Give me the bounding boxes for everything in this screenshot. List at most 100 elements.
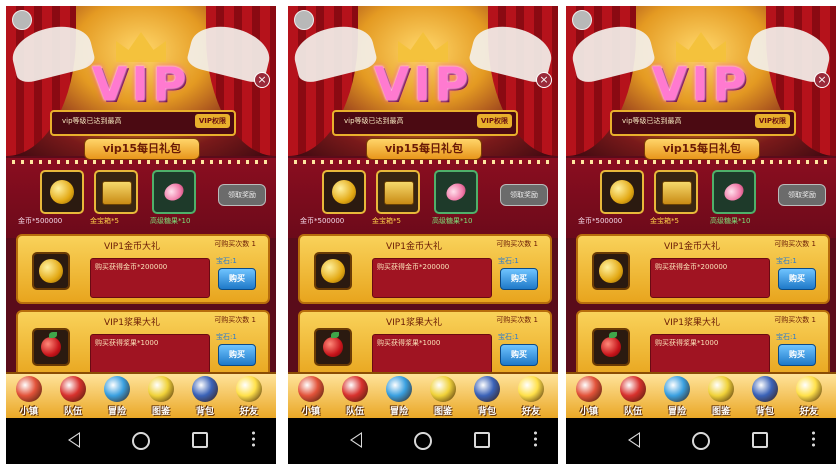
- friends-character-icon: [796, 376, 822, 402]
- more-options-icon[interactable]: [812, 430, 815, 448]
- gold-coin-icon: [39, 259, 63, 283]
- nav-label: 小镇: [579, 407, 598, 417]
- pack-gem-price: 宝石:1: [776, 333, 797, 341]
- home-icon[interactable]: [414, 432, 432, 450]
- daily-item-label: 金币*500000: [578, 217, 623, 225]
- buy-button[interactable]: 购买: [500, 268, 538, 290]
- nav-label: 小镇: [301, 407, 320, 417]
- nav-item-town[interactable]: 小镇: [290, 376, 332, 418]
- pack-description: 购买获得浆果*1000: [372, 334, 492, 374]
- daily-item-label: 金宝箱*5: [372, 217, 401, 225]
- berry-icon: [323, 337, 343, 357]
- more-options-icon[interactable]: [534, 430, 537, 448]
- vip-logo: VIP: [651, 57, 751, 111]
- home-icon[interactable]: [132, 432, 150, 450]
- buy-button[interactable]: 购买: [218, 344, 256, 366]
- buy-button[interactable]: 购买: [778, 344, 816, 366]
- pack-title: VIP1金币大礼: [386, 242, 442, 252]
- nav-label: 冒险: [107, 407, 126, 417]
- nav-item-pokedex[interactable]: 图鉴: [140, 376, 182, 418]
- gold-coin-icon: [321, 259, 345, 283]
- daily-item-chest: [376, 170, 420, 214]
- pack-title: VIP1浆果大礼: [664, 318, 720, 328]
- vip-status-bar: vip等级已达到最高 VIP权限: [610, 110, 796, 136]
- close-button[interactable]: ×: [536, 72, 552, 88]
- nav-item-pokedex[interactable]: 图鉴: [700, 376, 742, 418]
- pack-description-text: 购买获得浆果*1000: [377, 339, 441, 347]
- leaf-icon: [49, 332, 57, 338]
- nav-item-team[interactable]: 队伍: [612, 376, 654, 418]
- daily-gift-title: vip15每日礼包: [84, 138, 200, 160]
- adventure-character-icon: [104, 376, 130, 402]
- nav-item-adventure[interactable]: 冒险: [656, 376, 698, 418]
- vip-privilege-button[interactable]: VIP权限: [194, 114, 230, 128]
- claim-reward-button[interactable]: 领取奖励: [218, 184, 266, 206]
- treasure-chest-icon: [384, 181, 414, 205]
- nav-item-team[interactable]: 队伍: [52, 376, 94, 418]
- pack-purchase-limit: 可购买次数 1: [214, 316, 256, 324]
- android-nav-bar: [566, 418, 836, 464]
- vip-logo: VIP: [91, 57, 191, 111]
- daily-gift-title: vip15每日礼包: [366, 138, 482, 160]
- pack-purchase-limit: 可购买次数 1: [214, 240, 256, 248]
- nav-item-town[interactable]: 小镇: [8, 376, 50, 418]
- nav-item-bag[interactable]: 背包: [744, 376, 786, 418]
- vip-status-text: vip等级已达到最高: [344, 117, 404, 125]
- buy-button[interactable]: 购买: [778, 268, 816, 290]
- nav-item-pokedex[interactable]: 图鉴: [422, 376, 464, 418]
- nav-item-friends[interactable]: 好友: [788, 376, 830, 418]
- buy-button[interactable]: 购买: [218, 268, 256, 290]
- daily-item-label: 金宝箱*5: [90, 217, 119, 225]
- daily-item-chest: [94, 170, 138, 214]
- more-options-icon[interactable]: [252, 430, 255, 448]
- nav-item-bag[interactable]: 背包: [466, 376, 508, 418]
- nav-item-friends[interactable]: 好友: [510, 376, 552, 418]
- claim-reward-button[interactable]: 领取奖励: [778, 184, 826, 206]
- candy-icon: [443, 180, 469, 204]
- bottom-nav: 小镇 队伍 冒险 图鉴 背包 好友: [288, 372, 558, 420]
- nav-item-adventure[interactable]: 冒险: [378, 376, 420, 418]
- pack-gem-price: 宝石:1: [216, 257, 237, 265]
- daily-item-gold: [40, 170, 84, 214]
- pack-description-text: 购买获得金币*200000: [95, 263, 168, 271]
- pack-description: 购买获得浆果*1000: [90, 334, 210, 374]
- pack-gem-price: 宝石:1: [498, 333, 519, 341]
- daily-item-label: 高级糖果*10: [710, 217, 751, 225]
- vip-privilege-button[interactable]: VIP权限: [476, 114, 512, 128]
- recent-apps-icon[interactable]: [752, 432, 768, 448]
- pack-purchase-limit: 可购买次数 1: [774, 316, 816, 324]
- nav-item-adventure[interactable]: 冒险: [96, 376, 138, 418]
- close-button[interactable]: ×: [814, 72, 830, 88]
- home-icon[interactable]: [692, 432, 710, 450]
- daily-item-candy: [712, 170, 756, 214]
- friends-character-icon: [236, 376, 262, 402]
- nav-label: 冒险: [389, 407, 408, 417]
- back-icon[interactable]: [350, 432, 362, 448]
- pack-purchase-limit: 可购买次数 1: [496, 240, 538, 248]
- daily-item-label: 金币*500000: [300, 217, 345, 225]
- nav-item-friends[interactable]: 好友: [228, 376, 270, 418]
- claim-reward-button[interactable]: 领取奖励: [500, 184, 548, 206]
- vip-status-bar: vip等级已达到最高 VIP权限: [50, 110, 236, 136]
- recent-apps-icon[interactable]: [192, 432, 208, 448]
- vip-pack-berry: VIP1浆果大礼 可购买次数 1 购买获得浆果*1000 宝石:1 购买: [576, 310, 830, 380]
- nav-item-team[interactable]: 队伍: [334, 376, 376, 418]
- back-icon[interactable]: [68, 432, 80, 448]
- vip-privilege-button[interactable]: VIP权限: [754, 114, 790, 128]
- vip-pack-gold: VIP1金币大礼 可购买次数 1 购买获得金币*200000 宝石:1 购买: [16, 234, 270, 304]
- buy-button[interactable]: 购买: [500, 344, 538, 366]
- vip-pack-berry: VIP1浆果大礼 可购买次数 1 购买获得浆果*1000 宝石:1 购买: [298, 310, 552, 380]
- gold-coin-icon: [50, 180, 74, 204]
- nav-item-town[interactable]: 小镇: [568, 376, 610, 418]
- pack-description-text: 购买获得金币*200000: [655, 263, 728, 271]
- pack-title: VIP1浆果大礼: [386, 318, 442, 328]
- nav-item-bag[interactable]: 背包: [184, 376, 226, 418]
- daily-gift-panel: 金币*500000 金宝箱*5 高级糖果*10 领取奖励: [6, 158, 276, 238]
- nav-label: 冒险: [667, 407, 686, 417]
- back-icon[interactable]: [628, 432, 640, 448]
- gold-coin-icon: [599, 259, 623, 283]
- close-button[interactable]: ×: [254, 72, 270, 88]
- treasure-chest-icon: [662, 181, 692, 205]
- recent-apps-icon[interactable]: [474, 432, 490, 448]
- pack-title: VIP1金币大礼: [664, 242, 720, 252]
